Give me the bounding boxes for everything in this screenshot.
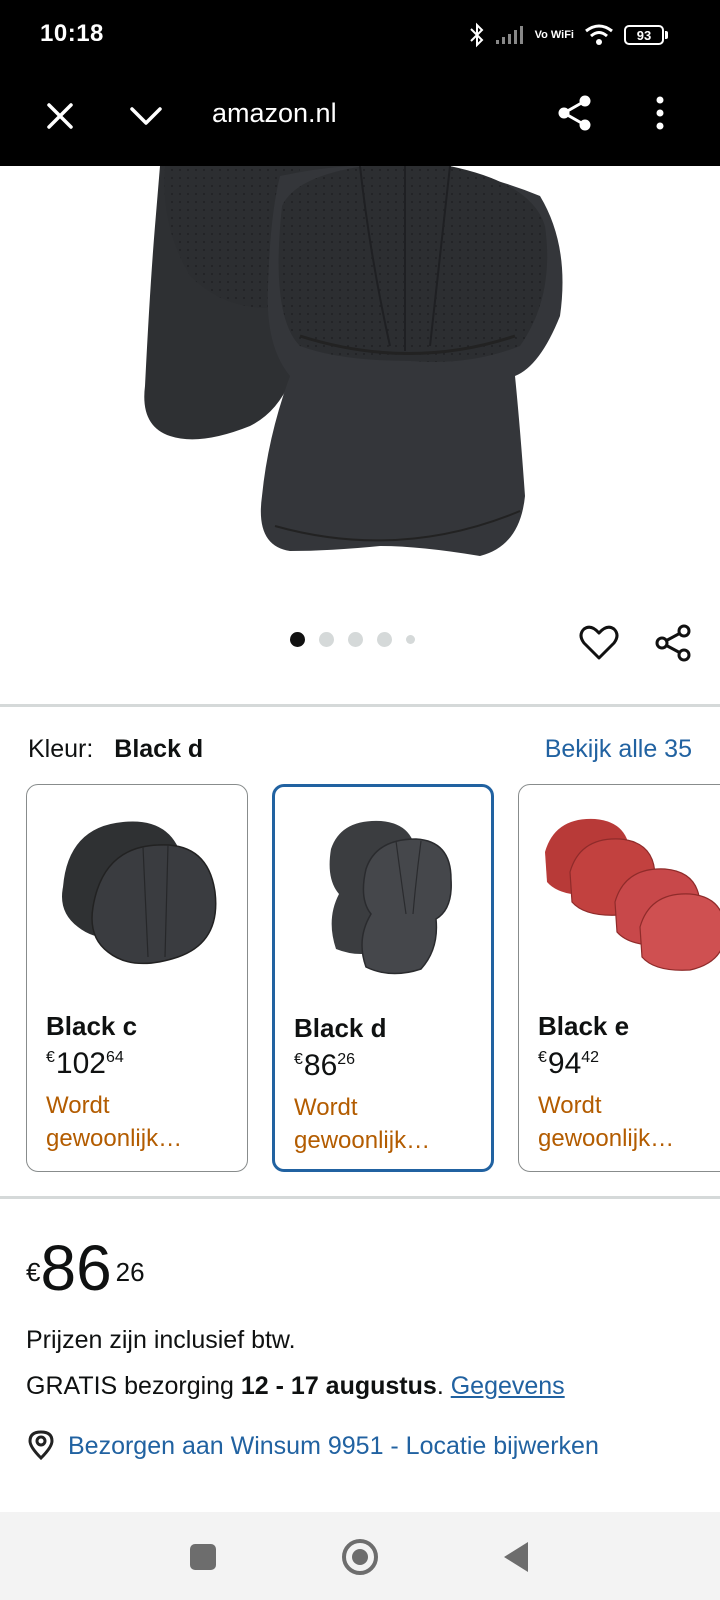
battery-icon: 93 [624,25,668,45]
details-link[interactable]: Gegevens [451,1372,565,1400]
see-all-colors-link[interactable]: Bekijk alle 35 [545,735,692,764]
swatch-name: Black c [46,1011,138,1041]
chevron-down-icon [130,107,162,125]
heart-icon [579,625,619,660]
swatch-price: €10264 [46,1047,124,1080]
color-swatches: Black c €10264 Wordt gewoonlijk… Black d… [26,784,720,1174]
bluetooth-icon [469,22,485,48]
carousel-dot[interactable] [319,632,334,647]
system-nav-bar [0,1512,720,1600]
swatch-image [545,818,720,971]
share-icon [558,95,591,131]
color-label: Kleur: [28,735,94,763]
status-icons: Vo WiFi 93 [469,18,668,52]
swatch-availability: Wordt gewoonlijk… [46,1092,183,1152]
update-location-link[interactable]: Bezorgen aan Winsum 9951 - Locatie bijwe… [68,1428,599,1464]
close-icon [47,103,73,129]
signal-icon [495,25,525,45]
carousel-dot[interactable] [348,632,363,647]
swatch-black-d[interactable]: Black d €8626 Wordt gewoonlijk… [272,784,494,1172]
divider [0,1196,720,1199]
selected-color: Black d [114,735,204,763]
delivery-info: GRATIS bezorging 12 - 17 augustus. Gegev… [26,1372,565,1400]
swatch-black-c[interactable]: Black c €10264 Wordt gewoonlijk… [26,784,248,1172]
divider [0,704,720,707]
carousel-dot[interactable] [290,632,305,647]
wifi-icon [584,24,614,46]
expand-button[interactable] [126,96,166,136]
swatch-black-e[interactable]: Black e €9442 Wordt gewoonlijk… [518,784,720,1172]
battery-level: 93 [624,25,664,45]
status-time: 10:18 [40,20,104,47]
more-options-button[interactable] [640,90,680,136]
swatch-name: Black e [538,1011,630,1041]
back-button[interactable] [504,1542,528,1572]
product-image[interactable] [0,166,720,606]
delivery-location[interactable]: Bezorgen aan Winsum 9951 - Locatie bijwe… [26,1428,686,1464]
vat-note: Prijzen zijn inclusief btw. [26,1326,296,1354]
delivery-dates: 12 - 17 augustus [240,1372,437,1400]
swatch-price: €9442 [538,1047,600,1080]
carousel-dot[interactable] [406,635,415,644]
more-vert-icon [656,96,664,130]
vowifi-label: Vo WiFi [534,28,574,41]
swatch-image [329,820,452,975]
share-button[interactable] [552,90,598,136]
swatch-availability: Wordt gewoonlijk… [538,1092,675,1152]
share-icon [655,624,691,662]
url-text[interactable]: amazon.nl [212,98,337,129]
swatch-name: Black d [294,1013,387,1043]
close-button[interactable] [40,96,80,136]
wishlist-button[interactable] [578,622,620,664]
swatch-availability: Wordt gewoonlijk… [294,1094,431,1154]
home-button[interactable] [342,1539,378,1575]
carousel-dot[interactable] [377,632,392,647]
recents-button[interactable] [190,1544,216,1570]
color-selector-header: Kleur: Black d Bekijk alle 35 [28,735,692,764]
status-bar: 10:18 Vo WiFi 93 [0,0,720,72]
product-share-button[interactable] [652,622,694,664]
product-price: €86 26 [26,1232,145,1304]
browser-toolbar: amazon.nl [0,72,720,166]
carousel-dots[interactable] [290,632,415,647]
swatch-image [62,821,217,965]
swatch-price: €8626 [294,1049,356,1082]
location-pin-icon [28,1430,54,1460]
